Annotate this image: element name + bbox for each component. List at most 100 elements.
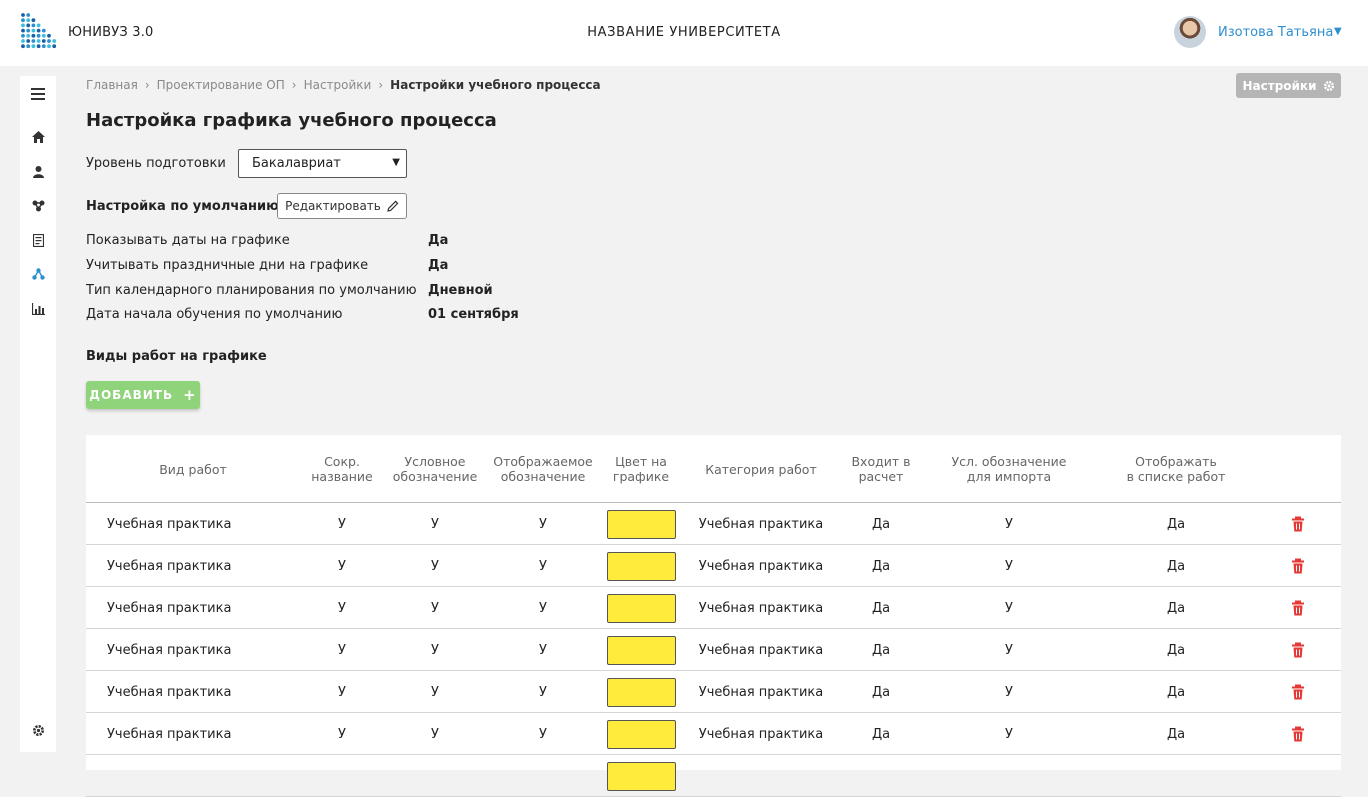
logo-icon[interactable] (20, 12, 58, 50)
logo-dot (52, 39, 57, 43)
column-header[interactable]: Сокр. название (300, 435, 384, 503)
cell-short (300, 755, 384, 797)
cell-type: Учебная практика (107, 684, 232, 700)
cell-type: Учебная практика (107, 726, 232, 742)
logo-dot (47, 39, 51, 43)
work-types-label: Виды работ на графике (86, 349, 267, 364)
level-select[interactable]: Бакалавриат ▼ (238, 149, 407, 178)
breadcrumb-current: Настройки учебного процесса (390, 78, 601, 92)
chevron-down-icon[interactable]: ▼ (1334, 26, 1342, 37)
table-row[interactable]: Учебная практика У У У Учебная практика Да У Да (86, 545, 1341, 587)
column-header[interactable]: Условное обозначение (384, 435, 486, 503)
column-header-line: Сокр. (324, 454, 360, 469)
user-icon[interactable] (20, 161, 56, 183)
table-row[interactable]: Учебная практика У У У Учебная практика Да У Да (86, 629, 1341, 671)
bar-chart-icon[interactable] (20, 298, 56, 320)
trash-icon[interactable] (1291, 726, 1305, 742)
avatar[interactable] (1174, 16, 1206, 48)
column-header[interactable]: Вид работ (86, 435, 300, 503)
cell-import (922, 755, 1096, 797)
network-icon[interactable] (20, 195, 56, 217)
cell-category: Учебная практика (698, 516, 824, 532)
column-header[interactable]: Отображать в списке работ (1096, 435, 1256, 503)
logo-dot (36, 44, 41, 49)
column-header-line: обозначение (392, 469, 478, 484)
logo-dot (36, 28, 41, 33)
column-header-line: Входит в (851, 454, 911, 469)
cell-short: У (338, 642, 346, 658)
trash-icon[interactable] (1291, 684, 1305, 700)
app-name[interactable]: ЮНИВУЗ 3.0 (68, 25, 154, 40)
table-row[interactable]: Учебная практика У У У Учебная практика Да У Да (86, 671, 1341, 713)
color-swatch[interactable] (607, 594, 676, 623)
logo-dot (31, 18, 36, 23)
hierarchy-icon[interactable] (20, 263, 56, 285)
column-header[interactable]: Усл. обозначение для импорта (922, 435, 1096, 503)
table-row[interactable]: Учебная практика У У У Учебная практика Да У Да (86, 587, 1341, 629)
column-header-line: графике (612, 469, 670, 484)
column-header[interactable]: Категория работ (682, 435, 840, 503)
trash-icon[interactable] (1291, 600, 1305, 616)
cell-display: У (539, 558, 547, 574)
logo-dot (21, 44, 25, 49)
cell-included: Да (871, 516, 891, 532)
cell-symbol (384, 755, 486, 797)
cell-show: Да (1166, 642, 1186, 658)
cell-included: Да (871, 726, 891, 742)
logo-dot (36, 39, 41, 43)
menu-icon[interactable] (20, 83, 56, 105)
color-swatch[interactable] (607, 510, 676, 539)
cell-short: У (338, 600, 346, 616)
cell-display: У (539, 642, 547, 658)
logo-dot (21, 39, 25, 43)
cell-included: Да (871, 558, 891, 574)
page-title: Настройка графика учебного процесса (86, 110, 497, 131)
top-header: ЮНИВУЗ 3.0 НАЗВАНИЕ УНИВЕРСИТЕТА Изотова… (0, 0, 1368, 66)
trash-icon[interactable] (1291, 558, 1305, 574)
column-header-line: обозначение (500, 469, 586, 484)
column-header-text: Условное обозначение (393, 454, 478, 484)
color-swatch[interactable] (607, 720, 676, 749)
gear-icon[interactable] (20, 719, 56, 741)
cell-symbol: У (431, 516, 439, 532)
column-header[interactable]: Цвет на графике (600, 435, 682, 503)
cell-short: У (338, 684, 346, 700)
cell-import: У (1005, 516, 1013, 532)
trash-icon[interactable] (1291, 642, 1305, 658)
color-swatch[interactable] (607, 636, 676, 665)
add-button[interactable]: ДОБАВИТЬ + (86, 381, 200, 409)
home-icon[interactable] (20, 126, 56, 148)
cell-category: Учебная практика (698, 684, 824, 700)
breadcrumb-design[interactable]: Проектирование ОП (157, 78, 285, 92)
trash-icon[interactable] (1291, 516, 1305, 532)
table-row[interactable] (86, 755, 1341, 797)
breadcrumb-settings[interactable]: Настройки (304, 78, 372, 92)
color-swatch[interactable] (607, 552, 676, 581)
color-swatch[interactable] (607, 678, 676, 707)
level-select-value: Бакалавриат (252, 156, 341, 171)
breadcrumb-home[interactable]: Главная (86, 78, 138, 92)
settings-button[interactable]: Настройки (1236, 73, 1341, 98)
logo-dot (31, 44, 36, 49)
logo-dot (26, 28, 31, 33)
logo-dot (36, 33, 41, 38)
logo-dot (26, 39, 31, 43)
edit-button[interactable]: Редактировать (277, 193, 407, 219)
table-row[interactable]: Учебная практика У У У Учебная практика Да У Да (86, 713, 1341, 755)
column-header-line: для импорта (966, 469, 1052, 484)
color-swatch[interactable] (607, 762, 676, 791)
table-row[interactable]: Учебная практика У У У Учебная практика Да У Да (86, 503, 1341, 545)
cell-import: У (1005, 642, 1013, 658)
column-header-text: Вид работ (159, 462, 227, 477)
logo-dot (21, 23, 25, 28)
column-header-line: Усл. обозначение (951, 454, 1067, 469)
cell-show (1096, 755, 1256, 797)
cell-display: У (539, 726, 547, 742)
document-icon[interactable] (20, 229, 56, 251)
cell-included: Да (871, 642, 891, 658)
column-header[interactable]: Отображаемое обозначение (486, 435, 600, 503)
column-header[interactable]: Входит в расчет (840, 435, 922, 503)
logo-dot (21, 33, 25, 38)
user-name[interactable]: Изотова Татьяна (1218, 25, 1333, 40)
logo-dot (41, 33, 46, 38)
